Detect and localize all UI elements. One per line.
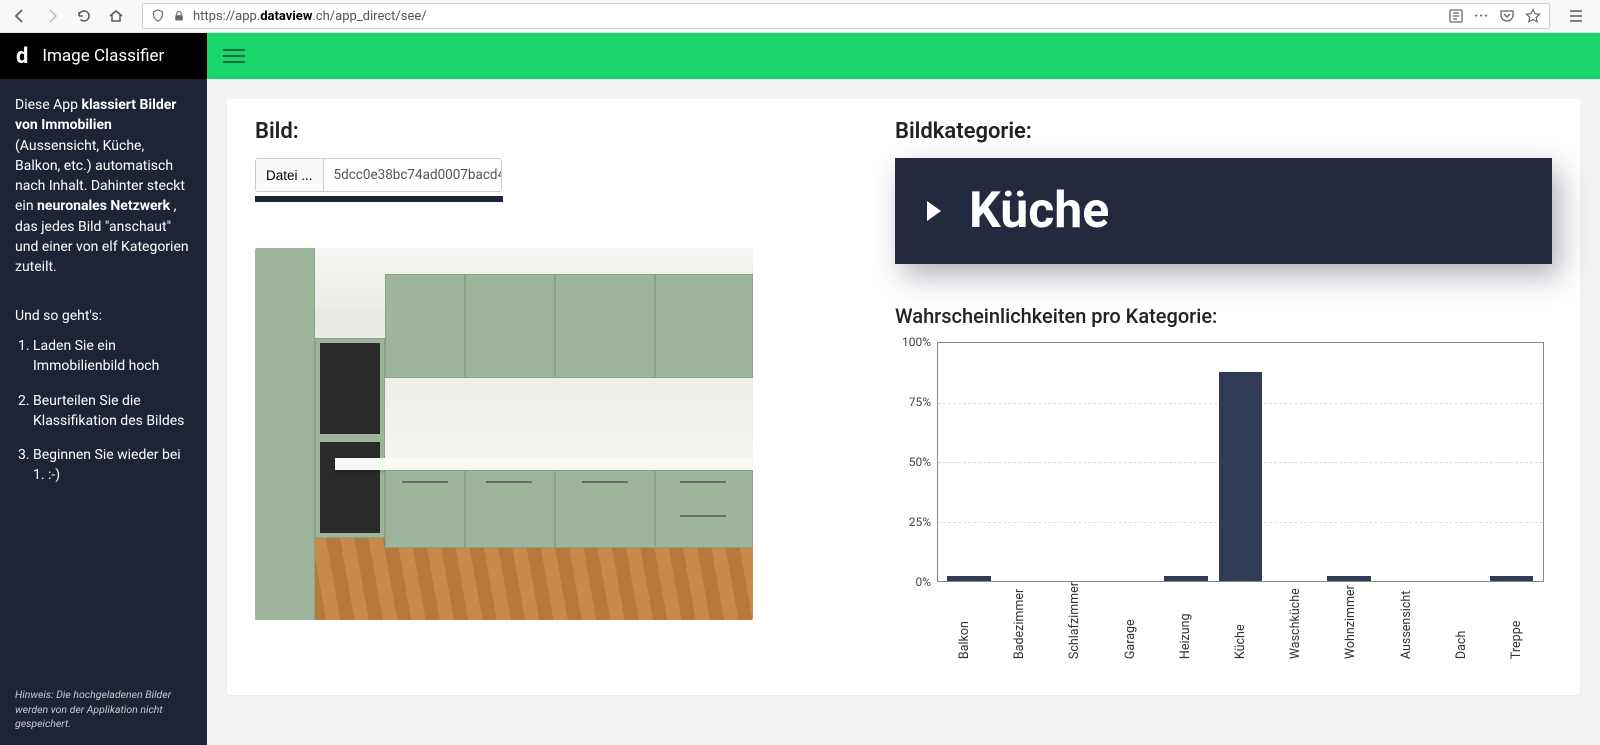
nav-forward-button[interactable]	[38, 2, 66, 30]
reader-icon[interactable]	[1448, 8, 1464, 24]
bar-slot	[1159, 343, 1213, 581]
bar-slot	[1268, 343, 1322, 581]
content-card: Bild: Datei ... 5dcc0e38bc74ad0007bacd49…	[227, 99, 1580, 695]
y-axis-labels: 0%25%50%75%100%	[895, 342, 935, 582]
bar-slot	[996, 343, 1050, 581]
file-name-display: 5dcc0e38bc74ad0007bacd49-	[324, 158, 502, 192]
bar	[947, 576, 990, 581]
logo-text: Image Classifier	[42, 46, 164, 66]
bar-slot	[1213, 343, 1267, 581]
result-label: Küche	[969, 182, 1109, 240]
nav-back-button[interactable]	[6, 2, 34, 30]
result-column: Bildkategorie: Küche Wahrscheinlichkeite…	[895, 119, 1552, 665]
bar-slot	[942, 343, 996, 581]
star-icon[interactable]	[1525, 8, 1541, 24]
y-tick-label: 75%	[909, 395, 931, 409]
x-axis-labels: Balkon Badezimmer Schlafzimmer Garage Heizun…	[937, 582, 1544, 665]
bar-slot	[1430, 343, 1484, 581]
bar-slot	[1485, 343, 1539, 581]
x-tick-label: Balkon	[957, 582, 972, 665]
howto-list: Laden Sie ein Immobilienbild hoch Beurte…	[15, 336, 192, 486]
result-badge: Küche	[895, 158, 1552, 264]
y-tick-label: 50%	[909, 455, 931, 469]
bar	[1490, 576, 1533, 581]
file-input-row: Datei ... 5dcc0e38bc74ad0007bacd49-	[255, 158, 855, 192]
uploaded-image	[255, 248, 753, 620]
category-section-title: Bildkategorie:	[895, 119, 1552, 144]
upload-progress	[255, 196, 503, 202]
prob-section-title: Wahrscheinlichkeiten pro Kategorie:	[895, 304, 1552, 328]
x-tick-label: Küche	[1233, 582, 1248, 665]
x-tick-label: Schlafzimmer	[1067, 582, 1082, 665]
step-2: Beurteilen Sie die Klassifikation des Bi…	[33, 391, 192, 432]
main-area: Bild: Datei ... 5dcc0e38bc74ad0007bacd49…	[207, 33, 1600, 745]
reload-button[interactable]	[70, 2, 98, 30]
probability-chart: 0%25%50%75%100% BalkonBadezimmerSchlafzi…	[895, 342, 1552, 665]
bar-slot	[1051, 343, 1105, 581]
step-3: Beginnen Sie wieder bei 1. :-)	[33, 445, 192, 486]
bar-slot	[1376, 343, 1430, 581]
bar-slot	[1105, 343, 1159, 581]
url-bar-container: https://app.dataview.ch/app_direct/see/ …	[142, 3, 1550, 29]
shield-icon	[151, 9, 165, 23]
url-bar[interactable]: https://app.dataview.ch/app_direct/see/ …	[142, 3, 1550, 29]
howto-title: Und so geht's:	[15, 306, 192, 326]
lock-icon	[173, 9, 185, 23]
chart-plot-area	[937, 342, 1544, 582]
x-tick-label: Dach	[1454, 582, 1469, 665]
x-tick-label: Aussensicht	[1399, 582, 1414, 665]
image-column: Bild: Datei ... 5dcc0e38bc74ad0007bacd49…	[255, 119, 855, 665]
url-text: https://app.dataview.ch/app_direct/see/	[193, 9, 1440, 24]
bar	[1164, 576, 1207, 581]
topbar	[207, 33, 1600, 79]
y-tick-label: 100%	[902, 335, 931, 349]
logo-mark: d	[16, 44, 28, 69]
more-icon[interactable]: ···	[1474, 9, 1489, 24]
file-choose-button[interactable]: Datei ...	[255, 158, 324, 192]
x-tick-label: Badezimmer	[1012, 582, 1027, 665]
chevron-right-icon	[927, 201, 941, 221]
bar	[1219, 372, 1262, 581]
sidebar-intro: Diese App klassiert Bilder von Immobilie…	[15, 95, 192, 278]
sidebar: d Image Classifier Diese App klassiert B…	[0, 33, 207, 745]
y-tick-label: 0%	[915, 575, 931, 589]
y-tick-label: 25%	[909, 515, 931, 529]
pocket-icon[interactable]	[1499, 8, 1515, 24]
app-logo: d Image Classifier	[0, 33, 207, 79]
app-root: d Image Classifier Diese App klassiert B…	[0, 33, 1600, 745]
x-tick-label: Waschküche	[1288, 582, 1303, 665]
image-section-title: Bild:	[255, 119, 855, 144]
x-tick-label: Wohnzimmer	[1343, 582, 1358, 665]
bar	[1327, 576, 1370, 581]
browser-toolbar: https://app.dataview.ch/app_direct/see/ …	[0, 0, 1600, 33]
menu-toggle-button[interactable]	[223, 45, 245, 67]
home-button[interactable]	[102, 2, 130, 30]
x-tick-label: Treppe	[1509, 582, 1524, 665]
browser-menu-button[interactable]	[1562, 2, 1590, 30]
x-tick-label: Heizung	[1178, 582, 1193, 665]
step-1: Laden Sie ein Immobilienbild hoch	[33, 336, 192, 377]
sidebar-body: Diese App klassiert Bilder von Immobilie…	[0, 79, 207, 688]
sidebar-hint: Hinweis: Die hochgeladenen Bilder werden…	[0, 688, 207, 745]
x-tick-label: Garage	[1123, 582, 1138, 665]
bar-slot	[1322, 343, 1376, 581]
